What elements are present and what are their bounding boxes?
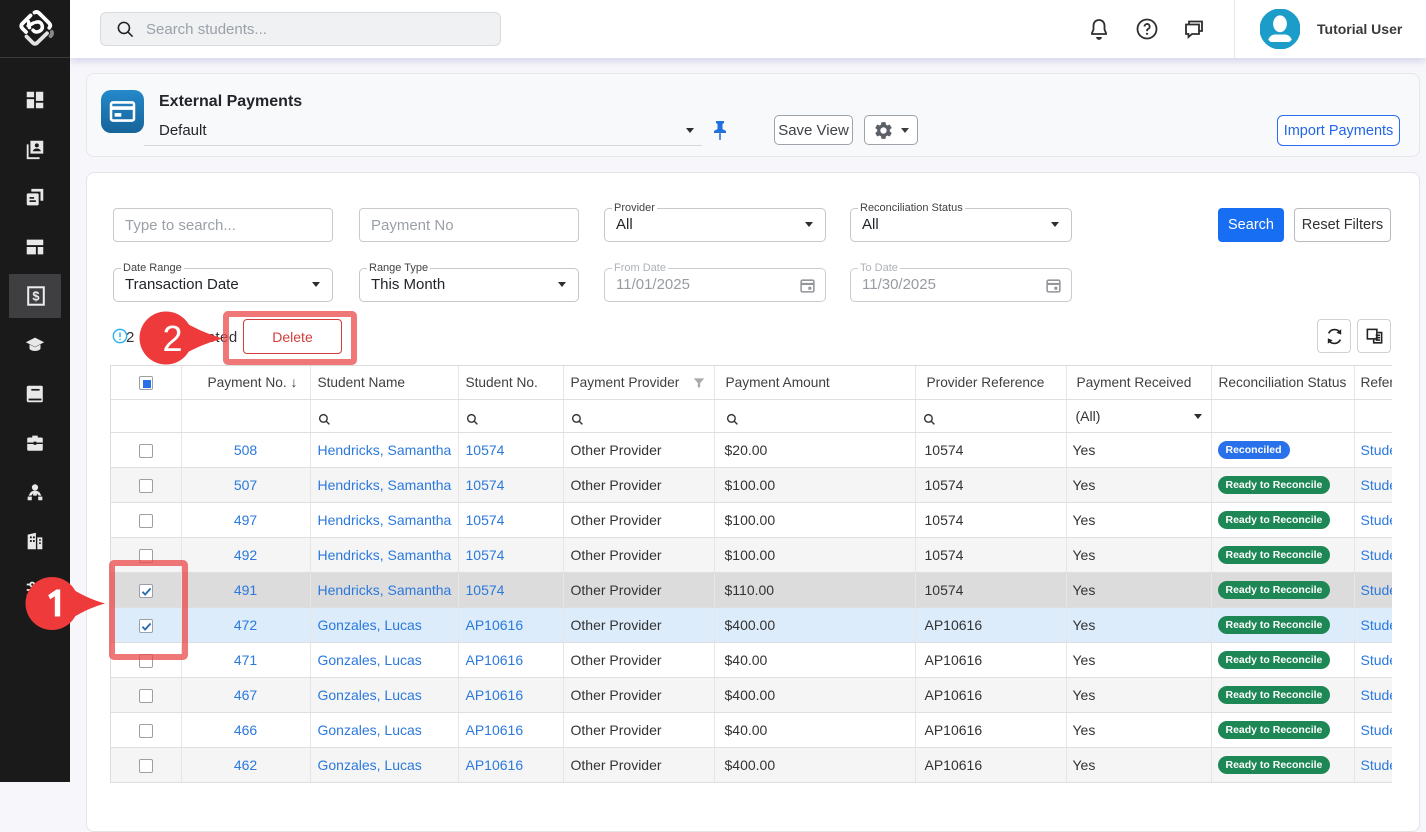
svg-text:2: 2 (162, 318, 182, 359)
svg-text:$: $ (32, 289, 39, 304)
